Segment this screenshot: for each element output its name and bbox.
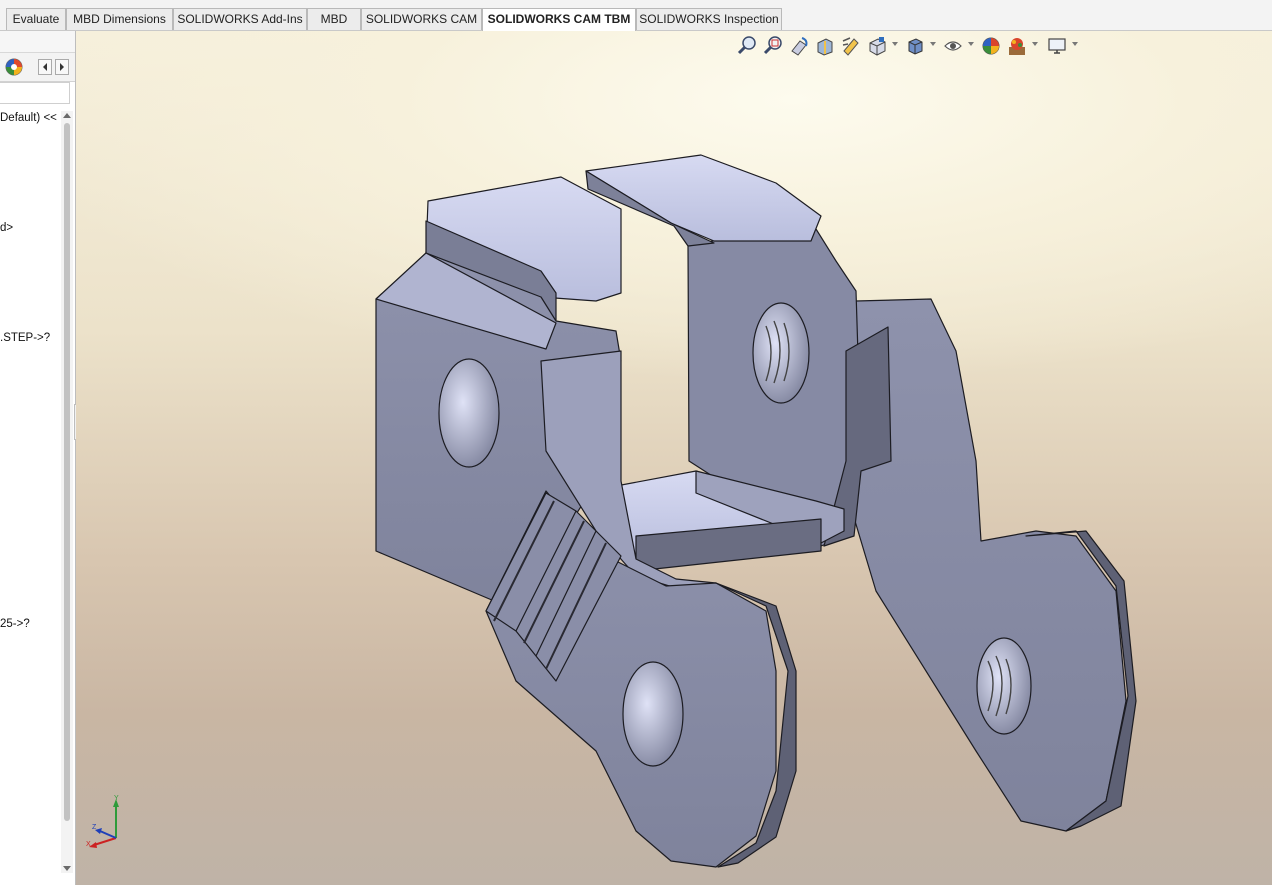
view-orientation-dropdown[interactable]	[892, 42, 898, 46]
display-style-icon[interactable]	[904, 35, 926, 57]
tab-mbd[interactable]: MBD	[307, 8, 361, 30]
scroll-down-arrow[interactable]	[63, 866, 71, 871]
svg-text:Z: Z	[92, 824, 97, 831]
tree-item-display-state[interactable]: d>	[0, 222, 13, 234]
section-view-icon[interactable]	[814, 35, 836, 57]
hide-show-dropdown[interactable]	[968, 42, 974, 46]
zoom-to-area-icon[interactable]	[762, 35, 784, 57]
feature-manager-panel: Default) << d> .STEP->? 25->?	[0, 31, 76, 885]
tree-item-configuration[interactable]: Default) <<	[0, 112, 57, 124]
svg-text:X: X	[86, 841, 91, 848]
tab-mbd-dimensions[interactable]: MBD Dimensions	[66, 8, 173, 30]
feature-tree-filter-input[interactable]	[0, 82, 70, 104]
edit-appearance-icon[interactable]	[980, 35, 1002, 57]
display-style-dropdown[interactable]	[930, 42, 936, 46]
zoom-to-fit-icon[interactable]	[736, 35, 758, 57]
apply-scene-icon[interactable]	[1006, 35, 1028, 57]
scroll-up-arrow[interactable]	[63, 113, 71, 118]
scroll-left-button[interactable]	[38, 59, 52, 75]
tab-solidworks-cam[interactable]: SOLIDWORKS CAM	[361, 8, 482, 30]
scrollbar-thumb[interactable]	[64, 123, 70, 821]
graphics-viewport[interactable]: Y X Z	[76, 31, 1272, 885]
tab-solidworks-add-ins[interactable]: SOLIDWORKS Add-Ins	[173, 8, 307, 30]
tab-solidworks-inspection[interactable]: SOLIDWORKS Inspection	[636, 8, 782, 30]
scroll-right-button[interactable]	[55, 59, 69, 75]
tree-item-step-import[interactable]: .STEP->?	[0, 332, 50, 344]
feature-tree-scrollbar[interactable]	[61, 111, 73, 873]
dynamic-annotation-icon[interactable]	[840, 35, 862, 57]
reference-triad: Y X Z	[86, 793, 126, 853]
tab-solidworks-cam-tbm[interactable]: SOLIDWORKS CAM TBM	[482, 8, 636, 31]
view-orientation-icon[interactable]	[866, 35, 888, 57]
svg-text:Y: Y	[114, 795, 119, 802]
tab-evaluate[interactable]: Evaluate	[6, 8, 66, 30]
view-settings-dropdown[interactable]	[1072, 42, 1078, 46]
tree-item-component[interactable]: 25->?	[0, 618, 30, 630]
chain-link-3d-model[interactable]	[76, 31, 1272, 885]
hide-show-icon[interactable]	[942, 35, 964, 57]
panel-tab-strip	[0, 31, 75, 53]
command-manager-tab-bar: Evaluate MBD Dimensions SOLIDWORKS Add-I…	[0, 0, 1272, 31]
view-settings-icon[interactable]	[1046, 35, 1068, 57]
appearance-manager-icon[interactable]	[4, 57, 24, 77]
panel-icon-row	[0, 53, 75, 82]
apply-scene-dropdown[interactable]	[1032, 42, 1038, 46]
previous-view-icon[interactable]	[788, 35, 810, 57]
